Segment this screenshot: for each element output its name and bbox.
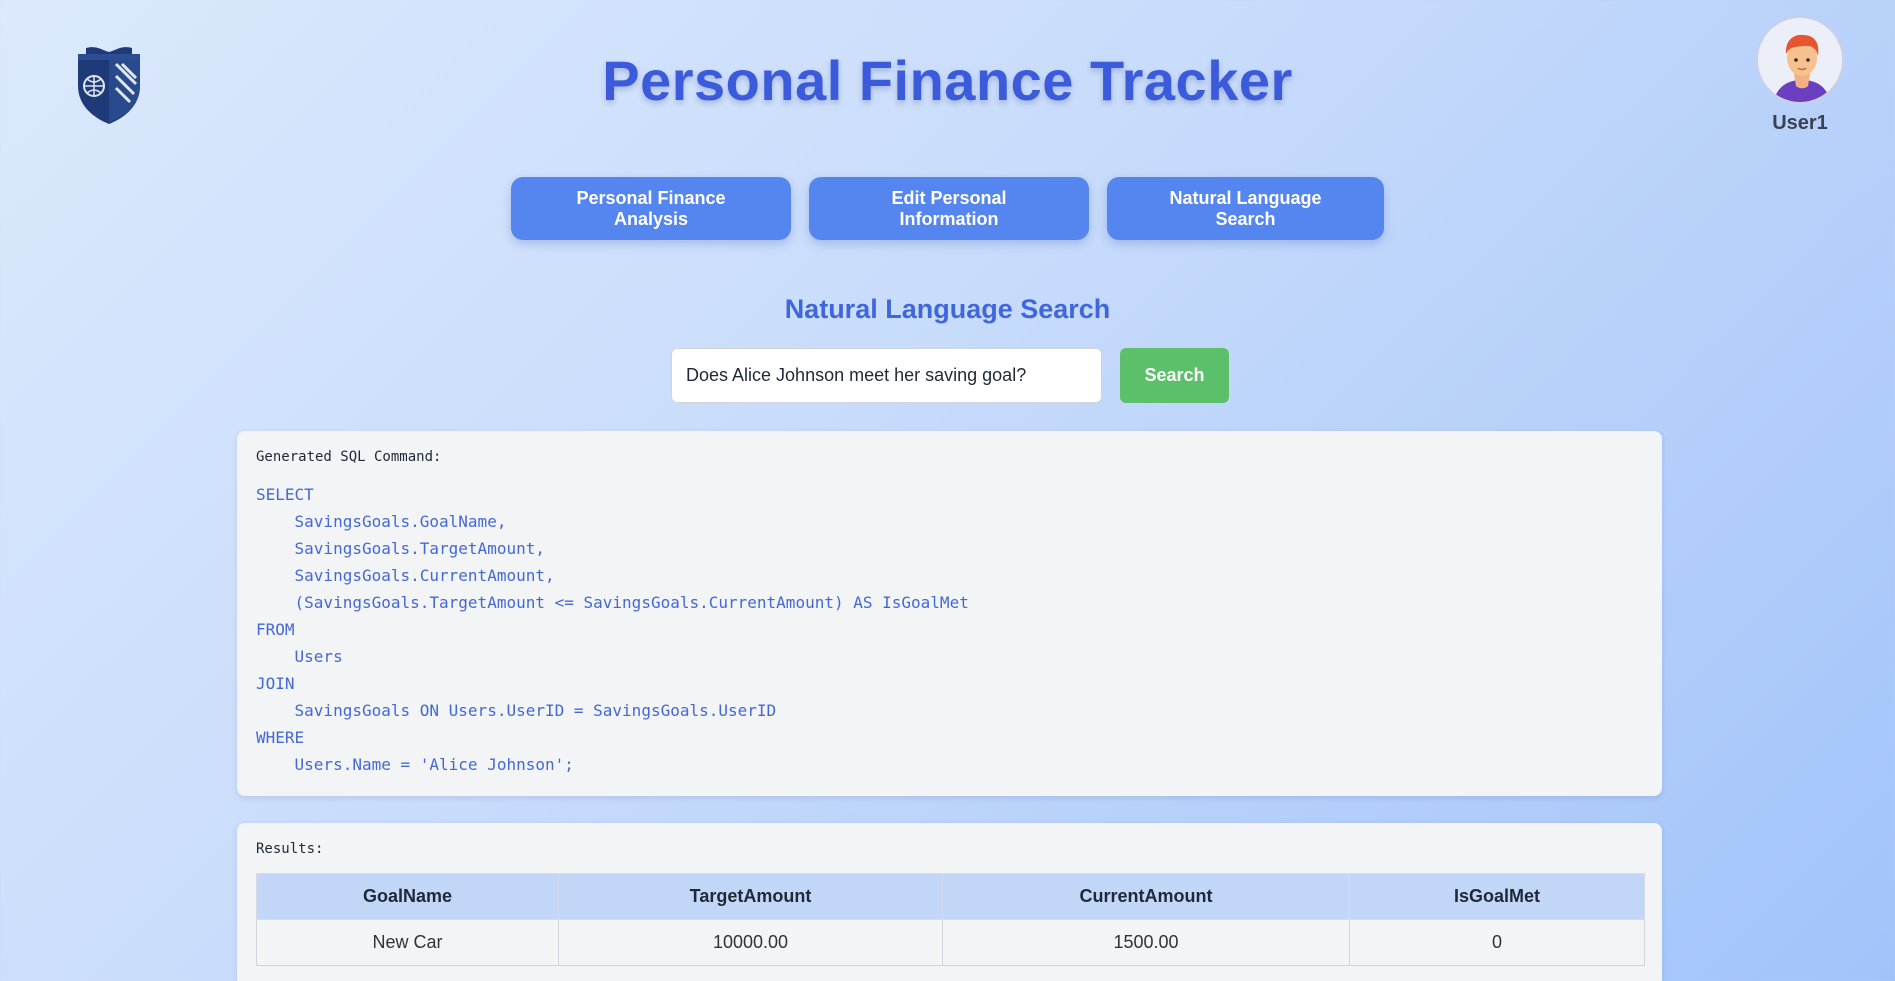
column-header-isgoalmet: IsGoalMet	[1349, 873, 1645, 920]
cell-currentamount: 1500.00	[942, 919, 1350, 966]
table-row: New Car 10000.00 1500.00 0	[256, 919, 1645, 966]
cell-isgoalmet: 0	[1349, 919, 1645, 966]
natural-language-search-button[interactable]: Natural Language Search	[1107, 177, 1384, 240]
column-header-currentamount: CurrentAmount	[942, 873, 1350, 920]
search-bar: Search	[671, 348, 1229, 403]
sql-code-block: SELECT SavingsGoals.GoalName, SavingsGoa…	[256, 485, 969, 774]
sql-label: Generated SQL Command:	[256, 449, 442, 465]
personal-finance-analysis-button[interactable]: Personal Finance Analysis	[511, 177, 791, 240]
results-panel: Results: GoalName TargetAmount CurrentAm…	[237, 823, 1662, 981]
username-label: User1	[1772, 112, 1828, 134]
page-title: Personal Finance Tracker	[602, 49, 1293, 112]
avatar[interactable]	[1756, 16, 1844, 104]
main-navigation: Personal Finance Analysis Edit Personal …	[0, 177, 1895, 240]
cell-targetamount: 10000.00	[558, 919, 943, 966]
user-profile[interactable]: User1	[1753, 16, 1847, 135]
table-header-row: GoalName TargetAmount CurrentAmount IsGo…	[256, 873, 1645, 920]
person-icon	[1758, 18, 1842, 102]
cell-goalname: New Car	[256, 919, 559, 966]
results-label: Results:	[256, 841, 324, 857]
column-header-goalname: GoalName	[256, 873, 559, 920]
results-table: GoalName TargetAmount CurrentAmount IsGo…	[256, 873, 1645, 966]
search-input[interactable]	[671, 348, 1102, 403]
edit-personal-information-button[interactable]: Edit Personal Information	[809, 177, 1089, 240]
sql-output-panel: Generated SQL Command: SELECT SavingsGoa…	[237, 431, 1662, 796]
search-button[interactable]: Search	[1120, 348, 1229, 403]
section-heading: Natural Language Search	[784, 294, 1111, 324]
column-header-targetamount: TargetAmount	[558, 873, 943, 920]
